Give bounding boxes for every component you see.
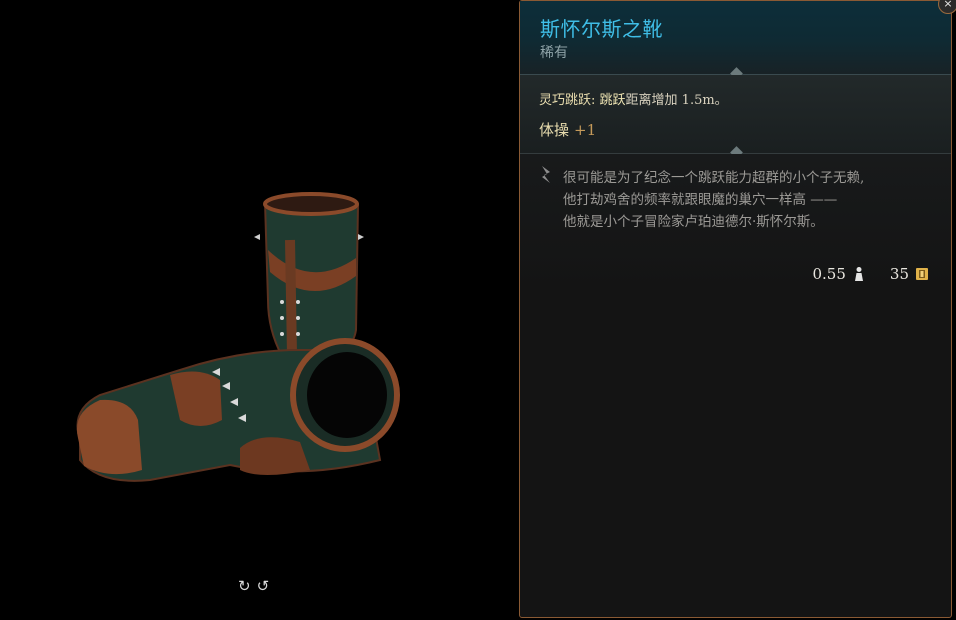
effect-text: 距离增加 1.5m。 (625, 93, 728, 108)
item-name: 斯怀尔斯之靴 (540, 17, 663, 41)
gold-coin-icon (916, 268, 928, 280)
quill-icon (542, 166, 550, 183)
lore-line: 他就是小个子冒险家卢珀迪德尔·斯怀尔斯。 (563, 214, 824, 230)
stat-bonus-value: +1 (574, 121, 597, 139)
weight-icon (854, 267, 863, 281)
weight-value: 0.55 (812, 265, 846, 283)
lying-boot (76, 338, 400, 482)
lore-section: 很可能是为了纪念一个跳跃能力超群的小个子无赖, 他打劫鸡舍的频率就跟眼魔的巢穴一… (520, 154, 951, 291)
stat-bonus-line: 体操 +1 (539, 119, 596, 140)
item-inspect-screen: ↻ ↺ 斯怀尔斯之靴 稀有 灵巧跳跃: 跳跃距离增加 1.5m。 体操 +1 很可 (0, 0, 956, 620)
item-3d-preview[interactable]: ↻ ↺ (0, 0, 515, 620)
price-value: 35 (889, 265, 909, 283)
lore-line: 很可能是为了纪念一个跳跃能力超群的小个子无赖, (563, 170, 865, 186)
item-rarity: 稀有 (540, 45, 568, 61)
effect-name: 灵巧跳跃: (539, 93, 596, 108)
boots-model-image (76, 192, 400, 482)
item-tooltip-panel: 斯怀尔斯之靴 稀有 灵巧跳跃: 跳跃距离增加 1.5m。 体操 +1 很可能是为了… (519, 0, 952, 618)
stat-name[interactable]: 体操 (539, 121, 569, 139)
upright-boot (254, 192, 364, 360)
effects-section: 灵巧跳跃: 跳跃距离增加 1.5m。 体操 +1 (520, 75, 951, 154)
effect-keyword[interactable]: 跳跃 (600, 93, 626, 108)
rotate-left-button[interactable]: ↻ (238, 576, 251, 596)
rotate-controls: ↻ ↺ (238, 576, 269, 596)
lore-text: 很可能是为了纪念一个跳跃能力超群的小个子无赖, 他打劫鸡舍的频率就跟眼魔的巢穴一… (563, 167, 864, 233)
rotate-right-button[interactable]: ↺ (257, 576, 270, 596)
weight-price-row: 0.55 35 (813, 265, 930, 283)
lore-line: 他打劫鸡舍的频率就跟眼魔的巢穴一样高 —— (563, 192, 838, 208)
passive-effect: 灵巧跳跃: 跳跃距离增加 1.5m。 (539, 89, 728, 108)
tooltip-header: 斯怀尔斯之靴 稀有 (520, 1, 951, 75)
